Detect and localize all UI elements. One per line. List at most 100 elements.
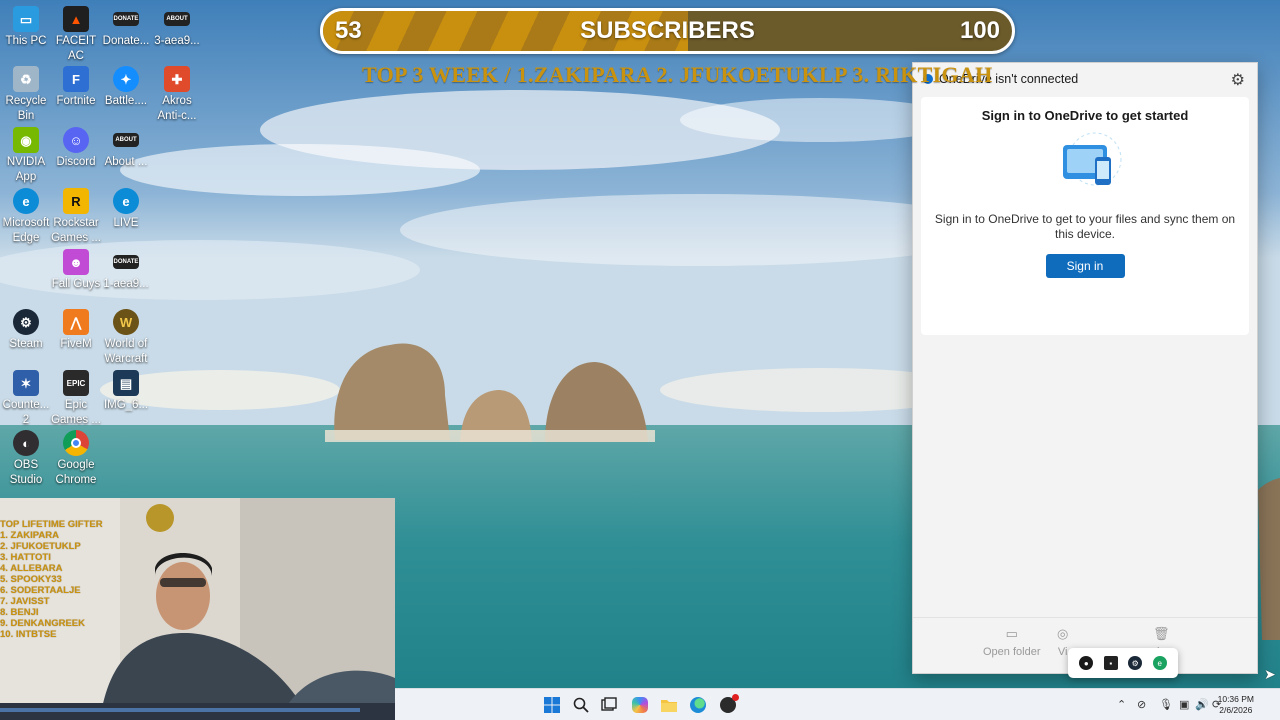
recycle-bin-icon: ♻ (13, 66, 39, 92)
desktop-icon-1-aea9[interactable]: DONATE 1-aea9... (100, 249, 152, 292)
gifter-entry: 9. DENKANGREEK (0, 618, 85, 629)
open-folder-button[interactable]: ▭ Open folder (983, 626, 1040, 658)
fivem-icon: ⋀ (63, 309, 89, 335)
mouse-cursor-icon: ➤ (1264, 666, 1276, 682)
tray-overflow-popup: ● ▪ ⚙ e (1068, 648, 1178, 678)
desktop-icon-about[interactable]: ABOUT About ... (100, 127, 152, 170)
desktop-icon-live[interactable]: e LIVE (100, 188, 152, 231)
file-explorer-icon[interactable] (660, 696, 678, 714)
desktop-icon-faceit[interactable]: ▲ FACEIT AC (50, 6, 102, 64)
desktop-icon-this-pc[interactable]: ▭ This PC (0, 6, 52, 49)
edge-tray-icon[interactable]: e (1152, 656, 1167, 670)
image-file-icon: DONATE (113, 255, 139, 269)
desktop-icon-label: About ... (104, 156, 148, 168)
desktop-icon-label: FiveM (60, 338, 92, 350)
desktop-icon-chrome[interactable]: Google Chrome (50, 430, 102, 488)
steam-icon: ⚙ (13, 309, 39, 335)
edge-icon: e (13, 188, 39, 214)
image-file-icon: ABOUT (164, 12, 190, 26)
wow-icon: W (113, 309, 139, 335)
desktop-icon-fall-guys[interactable]: ☻ Fall Guys (50, 249, 102, 292)
obs-taskbar-icon[interactable] (719, 694, 739, 714)
desktop-icon-label: This PC (5, 35, 47, 47)
gifter-entry: 3. HATTOTI (0, 552, 51, 563)
desktop-icon-discord[interactable]: ☺ Discord (50, 127, 102, 170)
clock-date: 2/6/2026 (1219, 705, 1253, 715)
desktop-icon-obs[interactable]: ◐ OBS Studio (0, 430, 52, 488)
onedrive-signin-card: Sign in to OneDrive to get started Sign … (921, 97, 1249, 335)
desktop-icon-label: Google Chrome (55, 459, 97, 486)
desktop-icon-battlenet[interactable]: ✦ Battle.... (100, 66, 152, 109)
subscriber-goal-bar: 53 SUBSCRIBERS 100 (320, 8, 1015, 54)
display-icon[interactable]: ▣ (1179, 698, 1189, 711)
onedrive-flyout: OneDrive isn't connected ⚙ Sign in to On… (912, 62, 1258, 674)
desktop-icon-recycle-bin[interactable]: ♻ Recycle Bin (0, 66, 52, 124)
gifter-entry: 4. ALLEBARA (0, 563, 63, 574)
edge-taskbar-icon[interactable] (689, 696, 707, 714)
epic-icon: EPIC (63, 370, 89, 396)
live-edge-icon: e (113, 188, 139, 214)
gifters-title: TOP LIFETIME GIFTER (0, 519, 103, 530)
desktop-icon-img6[interactable]: ▤ IMG_6... (100, 370, 152, 413)
desktop-icon-epic[interactable]: EPIC Epic Games ... (50, 370, 102, 428)
desktop-icon-label: Akros Anti-c... (157, 95, 197, 122)
desktop-icon-label: Donate... (102, 35, 150, 47)
copilot-icon[interactable] (631, 696, 649, 714)
desktop-icon-label: LIVE (113, 217, 139, 229)
microphone-icon[interactable]: 🎙 (1159, 698, 1173, 711)
onedrive-body: Sign in to OneDrive to get to your files… (934, 212, 1236, 241)
desktop-icon-edge[interactable]: e Microsoft Edge (0, 188, 52, 246)
donate-icon: DONATE (113, 12, 139, 26)
onedrive-illustration-icon (1035, 131, 1135, 201)
desktop-icon-fivem[interactable]: ⋀ FiveM (50, 309, 102, 352)
windows-logo-icon (544, 697, 560, 713)
gifter-entry: 6. SODERTAALJE (0, 585, 81, 596)
gifter-entry: 1. ZAKIPARA (0, 530, 59, 541)
desktop-icon-label: OBS Studio (9, 459, 43, 486)
monitor-icon: ▭ (13, 6, 39, 32)
start-button[interactable] (543, 696, 561, 714)
nvidia-icon: ◉ (13, 127, 39, 153)
search-icon[interactable] (572, 696, 590, 714)
clock[interactable]: 10:36 PM 2/6/2026 (1218, 694, 1254, 716)
desktop-icon-label: Steam (9, 338, 43, 350)
desktop-icon-label: 1-aea9... (103, 278, 149, 290)
desktop-icon-akros[interactable]: ✚ Akros Anti-c... (151, 66, 203, 124)
chevron-up-icon[interactable]: ⌃ (1117, 698, 1126, 711)
gifter-entry: 2. JFUKOETUKLP (0, 541, 81, 552)
gear-icon[interactable]: ⚙ (1231, 70, 1245, 90)
desktop-icon-wow[interactable]: W World of Warcraft (100, 309, 152, 367)
desktop-icon-fortnite[interactable]: F Fortnite (50, 66, 102, 109)
desktop-icon-rockstar[interactable]: R Rockstar Games ... (50, 188, 102, 246)
faceit-icon: ▲ (63, 6, 89, 32)
image-file-icon: ▤ (113, 370, 139, 396)
discord-icon: ☺ (63, 127, 89, 153)
desktop-icon-label: World of Warcraft (104, 338, 148, 365)
desktop-icon-3-aea9[interactable]: ABOUT 3-aea9... (151, 6, 203, 49)
desktop-icon-steam[interactable]: ⚙ Steam (0, 309, 52, 352)
battlenet-icon: ✦ (113, 66, 139, 92)
trash-icon: 🗑 (1153, 626, 1170, 641)
sign-in-button[interactable]: Sign in (1045, 254, 1125, 278)
desktop-icon-cs2[interactable]: ✶ Counte... 2 (0, 370, 52, 428)
task-view-icon[interactable] (600, 696, 618, 714)
view-online-button[interactable]: ◎ Vi (1057, 626, 1068, 658)
fall-guys-icon: ☻ (63, 249, 89, 275)
desktop-icon-label: Microsoft Edge (2, 217, 50, 244)
steam-tray-icon[interactable]: ⚙ (1128, 656, 1143, 670)
network-off-icon[interactable]: ⊘ (1137, 698, 1146, 711)
desktop-icon-label: Recycle Bin (5, 95, 47, 122)
desktop-icon-donate[interactable]: DONATE Donate... (100, 6, 152, 49)
speaker-icon[interactable]: 🔊 (1195, 698, 1209, 711)
desktop-icon-label: IMG_6... (103, 399, 149, 411)
about-file-icon: ABOUT (113, 133, 139, 147)
desktop-icon-nvidia[interactable]: ◉ NVIDIA App (0, 127, 52, 185)
taskbar: ⌃ ⊘ 🎙 ▣ 🔊 ⟳ 10:36 PM 2/6/2026 (395, 688, 1280, 720)
desktop-icon-label: Fortnite (56, 95, 96, 107)
epic-tray-icon[interactable]: ▪ (1103, 656, 1118, 670)
app-tray-icon[interactable]: ● (1079, 656, 1094, 670)
cs2-icon: ✶ (13, 370, 39, 396)
desktop-icon-label: NVIDIA App (6, 156, 46, 183)
onedrive-heading: Sign in to OneDrive to get started (981, 108, 1189, 123)
obs-icon: ◐ (13, 430, 39, 456)
